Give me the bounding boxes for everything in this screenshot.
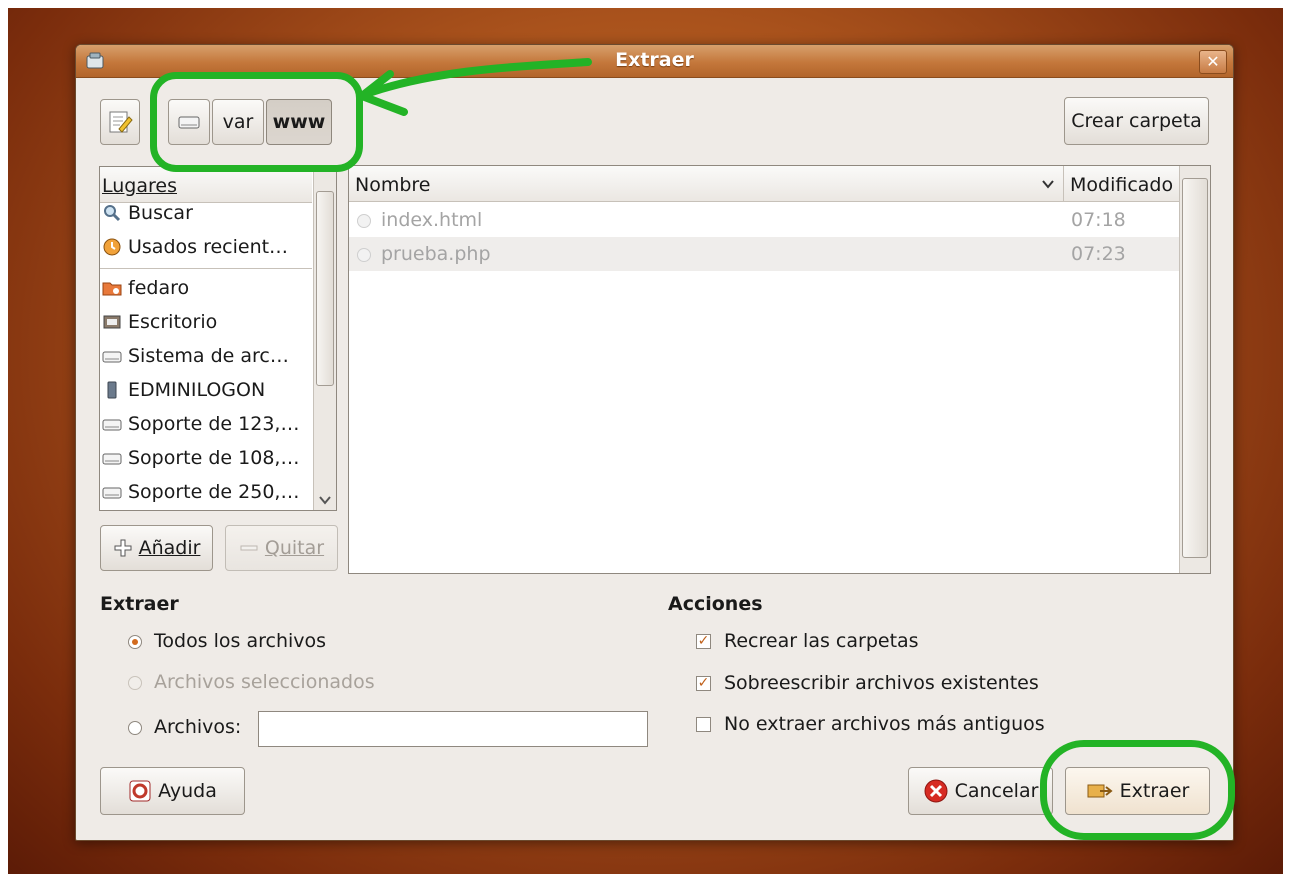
all-files-label[interactable]: Todos los archivos (154, 630, 326, 652)
dialog-title: Extraer (615, 49, 694, 71)
recreate-folders-label[interactable]: Recrear las carpetas (724, 630, 919, 652)
remove-place-label: Quitar (264, 537, 325, 559)
cancel-icon (924, 779, 948, 803)
files-pattern-input[interactable] (258, 711, 648, 747)
extract-section-title: Extraer (100, 593, 179, 615)
file-name: prueba.php (381, 243, 491, 265)
create-folder-button[interactable]: Crear carpeta (1064, 97, 1209, 145)
create-folder-label: Crear carpeta (1071, 110, 1202, 132)
add-place-label: Añadir (138, 537, 201, 559)
place-label: Soporte de 108,… (128, 447, 300, 469)
desktop-icon (103, 315, 121, 329)
help-label: Ayuda (158, 780, 217, 802)
drive-icon (102, 419, 122, 431)
scroll-down-icon[interactable] (318, 494, 332, 506)
overwrite-files-label[interactable]: Sobreescribir archivos existentes (724, 672, 1039, 694)
selected-files-label[interactable]: Archivos seleccionados (154, 671, 375, 693)
pattern-files-radio[interactable] (128, 721, 142, 735)
annotation-highlight-extract (1040, 740, 1235, 840)
file-modified: 07:23 (1071, 243, 1126, 265)
column-header-name[interactable]: Nombre (349, 166, 1064, 202)
edit-location-button[interactable] (100, 99, 140, 145)
places-separator (100, 268, 312, 269)
annotation-arrow-icon (358, 58, 592, 116)
drive-icon (102, 487, 122, 499)
close-button[interactable]: ✕ (1199, 50, 1227, 74)
pencil-notepad-icon (109, 111, 133, 133)
search-icon (104, 205, 121, 222)
place-label: EDMINILOGON (128, 379, 266, 401)
place-item-usb[interactable]: EDMINILOGON (102, 374, 265, 406)
file-row[interactable]: index.html 07:18 (349, 203, 1179, 237)
selected-files-radio[interactable] (128, 676, 142, 690)
help-button[interactable]: Ayuda (100, 767, 245, 815)
drive-icon (102, 351, 122, 363)
home-folder-icon (102, 282, 122, 296)
place-item-volume-108[interactable]: Soporte de 108,… (102, 442, 299, 474)
actions-section-title: Acciones (668, 593, 763, 615)
plus-icon (114, 539, 132, 557)
remove-place-button[interactable]: Quitar (225, 525, 338, 571)
place-item-volume-123[interactable]: Soporte de 123,… (102, 408, 299, 440)
place-label: Buscar (128, 202, 193, 224)
cancel-button[interactable]: Cancelar (908, 767, 1053, 815)
file-name: index.html (381, 209, 483, 231)
place-item-home[interactable]: fedaro (102, 272, 189, 304)
overwrite-files-checkbox[interactable]: ✓ (696, 676, 711, 691)
skip-older-checkbox[interactable] (696, 717, 711, 732)
file-list-scroll-thumb[interactable] (1182, 178, 1208, 558)
place-item-recent[interactable]: Usados recient… (102, 231, 288, 263)
drive-icon (102, 453, 122, 465)
column-modified-label: Modificado (1070, 174, 1174, 196)
recreate-folders-checkbox[interactable]: ✓ (696, 634, 711, 649)
usb-drive-icon (107, 381, 117, 399)
place-label: Usados recient… (128, 236, 289, 258)
file-row[interactable]: prueba.php 07:23 (349, 237, 1179, 271)
file-icon (357, 214, 371, 228)
places-panel: Lugares Buscar Usados recient… fedaro Es… (99, 166, 337, 511)
place-label: Escritorio (128, 311, 218, 333)
place-label: Soporte de 123,… (128, 413, 300, 435)
file-list-scrollbar[interactable] (1179, 166, 1210, 573)
place-item-desktop[interactable]: Escritorio (102, 306, 217, 338)
place-label: Soporte de 250,… (128, 481, 300, 503)
places-scrollbar[interactable] (313, 167, 336, 510)
place-label: Sistema de arc… (128, 345, 289, 367)
annotation-highlight-path (150, 72, 363, 172)
sort-chevron-icon (1042, 180, 1054, 189)
file-modified: 07:18 (1071, 209, 1126, 231)
place-label: fedaro (128, 277, 190, 299)
help-lifebuoy-icon (129, 780, 151, 802)
column-name-label: Nombre (355, 174, 431, 196)
file-list-panel: Nombre Modificado index.html 07:18 prueb… (348, 165, 1211, 574)
cancel-label: Cancelar (954, 780, 1039, 802)
pattern-files-label[interactable]: Archivos: (154, 716, 241, 738)
place-item-filesystem[interactable]: Sistema de arc… (102, 340, 289, 372)
column-header-modified[interactable]: Modificado (1064, 166, 1179, 202)
skip-older-label[interactable]: No extraer archivos más antiguos (724, 713, 1045, 735)
minus-icon (240, 545, 258, 551)
recent-icon (103, 238, 121, 256)
place-item-search[interactable]: Buscar (102, 197, 193, 229)
place-item-volume-250[interactable]: Soporte de 250,… (102, 476, 299, 508)
all-files-radio[interactable] (128, 635, 142, 649)
add-place-button[interactable]: Añadir (100, 525, 213, 571)
places-scroll-thumb[interactable] (316, 191, 334, 386)
file-icon (357, 248, 371, 262)
